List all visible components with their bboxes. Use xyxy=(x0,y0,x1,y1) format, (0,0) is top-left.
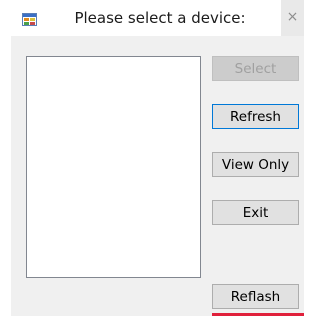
close-icon: × xyxy=(286,9,299,25)
title-bar: Please select a device: × xyxy=(0,0,304,36)
select-button[interactable]: Select xyxy=(212,56,299,81)
exit-button[interactable]: Exit xyxy=(212,200,299,225)
window-title: Please select a device: xyxy=(74,9,246,27)
windows-form-icon xyxy=(22,11,37,26)
device-listbox[interactable] xyxy=(26,56,201,278)
refresh-button[interactable]: Refresh xyxy=(212,104,299,129)
close-button[interactable]: × xyxy=(281,0,304,36)
view-only-button[interactable]: View Only xyxy=(212,152,299,177)
reflash-button[interactable]: Reflash xyxy=(212,284,299,309)
